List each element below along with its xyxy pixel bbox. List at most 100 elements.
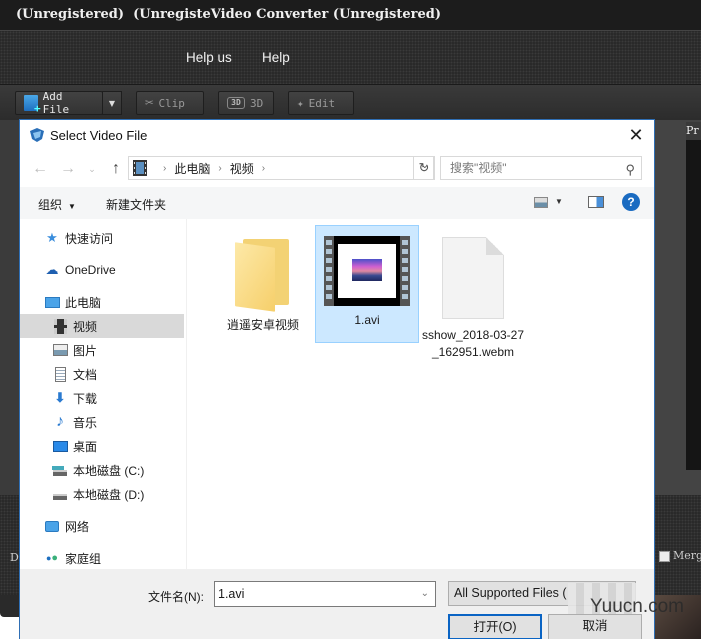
up-button[interactable]: ↑ [106,159,126,179]
video-folder-icon [133,160,147,176]
pictures-icon [52,342,68,358]
refresh-button[interactable]: ↻ [413,156,435,180]
drive-c-icon [52,462,68,478]
tree-item-label: 快速访问 [65,231,114,246]
tree-item-quick-access[interactable]: ★ 快速访问 [20,226,184,250]
clip-button[interactable]: ✂ Clip [136,91,204,115]
documents-icon [52,366,68,382]
3d-icon: 3D [227,97,245,109]
breadcrumb-chevron-icon: › [163,162,167,174]
add-file-dropdown[interactable]: ▼ [102,91,122,115]
preview-area [686,140,701,470]
3d-label: 3D [250,96,264,110]
app-window-corner [0,595,19,617]
homegroup-icon: ● ● [45,552,59,564]
tree-item-pictures[interactable]: 图片 [20,338,184,362]
close-icon: ✕ [628,124,644,145]
change-view-icon[interactable] [534,197,548,208]
file-item-webm[interactable]: sshow_2018-03-27_162951.webm [419,227,527,377]
add-file-icon [24,95,40,115]
tree-item-label: 本地磁盘 (D:) [73,487,145,502]
refresh-icon: ↻ [418,160,430,175]
app-menubar: Help us Help [0,30,701,84]
cloud-icon: ☁ [45,262,59,277]
clip-label: Clip [158,96,185,110]
3d-button[interactable]: 3D 3D [218,91,274,115]
app-left-panel [0,120,19,495]
preview-pane-icon[interactable] [588,196,604,208]
tree-item-desktop[interactable]: 桌面 [20,434,184,458]
breadcrumb-this-pc[interactable]: 此电脑 [174,160,210,177]
tree-item-label: 音乐 [73,415,98,430]
tree-item-label: OneDrive [65,263,116,277]
file-name: sshow_2018-03-27_162951.webm [421,328,525,359]
view-options-caret-icon[interactable]: ▼ [555,197,563,206]
open-button[interactable]: 打开(O) [448,614,542,639]
filename-value: 1.avi [218,587,245,601]
tree-item-videos[interactable]: 视频 [20,314,184,338]
chevron-down-icon[interactable]: ⌄ [421,582,429,606]
app-shield-icon [30,128,44,142]
tree-item-downloads[interactable]: ⬇ 下载 [20,386,184,410]
help-icon[interactable]: ? [622,193,640,211]
tree-item-music[interactable]: ♪ 音乐 [20,410,184,434]
video-thumbnail [352,259,382,281]
merge-label: Merge [673,549,701,562]
breadcrumb-videos[interactable]: 视频 [230,160,254,177]
tree-item-network[interactable]: 网络 [20,514,184,538]
search-icon: ⚲ [625,162,635,177]
tree-item-label: 图片 [73,343,98,358]
tree-item-onedrive[interactable]: ☁ OneDrive [20,258,184,282]
search-placeholder: 搜索"视频" [450,161,507,175]
forward-button[interactable]: → [58,159,78,179]
caret-down-icon: ▼ [108,98,116,108]
file-item-folder[interactable]: 逍遥安卓视频 [211,227,315,337]
generic-file-icon [442,237,504,319]
video-folder-icon [52,318,68,334]
organize-label: 组织 [38,198,63,212]
menu-help-us[interactable]: Help us [186,50,232,65]
computer-icon [44,294,60,310]
new-folder-button[interactable]: 新建文件夹 [106,196,166,213]
merge-checkbox[interactable] [659,551,670,562]
tree-item-label: 桌面 [73,439,98,454]
recent-locations-button[interactable]: ⌄ [82,159,102,179]
edit-label: Edit [308,96,336,110]
desktop-icon [52,438,68,454]
edit-button[interactable]: ✦ Edit [288,91,354,115]
watermark: Yuucn.com [590,596,684,617]
file-type-value: All Supported Files ( [454,586,567,600]
navigation-pane: ★ 快速访问 ☁ OneDrive 此电脑 视频 图片 文档 ⬇ 下载 ♪ 音乐… [20,219,186,569]
dialog-footer: 文件名(N): 1.avi ⌄ All Supported Files ( 打开… [20,569,654,639]
scissors-icon: ✂ [145,95,154,111]
filename-input[interactable]: 1.avi ⌄ [214,581,436,607]
file-list: 逍遥安卓视频 1.avi sshow_2018-03-27_162951.web… [188,219,654,569]
tree-item-drive-c[interactable]: 本地磁盘 (C:) [20,458,184,482]
tree-item-homegroup[interactable]: ● ● 家庭组 [20,546,184,570]
tree-item-label: 视频 [73,319,98,334]
command-bar: 组织 ▼ 新建文件夹 ▼ ? [20,187,654,219]
organize-menu[interactable]: 组织 ▼ [38,196,76,213]
menu-help[interactable]: Help [262,50,290,65]
close-button[interactable]: ✕ [618,120,654,150]
pane-divider[interactable] [186,219,187,569]
dialog-title: Select Video File [50,128,148,143]
navigation-row: ← → ⌄ ↑ › 此电脑 › 视频 › ⌄ ↻ 搜索"视频" ⚲ [20,151,654,187]
app-toolbar: Add File ▼ ✂ Clip 3D 3D ✦ Edit [0,84,701,120]
address-bar[interactable]: › 此电脑 › 视频 › ⌄ [128,156,434,180]
tree-item-label: 此电脑 [65,295,102,310]
preview-label: Pr [686,122,701,140]
tree-item-drive-d[interactable]: 本地磁盘 (D:) [20,482,184,506]
back-button[interactable]: ← [30,159,50,179]
stars-icon: ✦ [297,96,304,110]
tree-item-documents[interactable]: 文档 [20,362,184,386]
tree-item-label: 下载 [73,391,98,406]
add-file-button[interactable]: Add File [15,90,103,116]
search-input[interactable]: 搜索"视频" ⚲ [440,156,642,180]
folder-icon [235,239,291,312]
file-item-video[interactable]: 1.avi [315,225,419,343]
download-icon: ⬇ [54,390,66,405]
tree-item-this-pc[interactable]: 此电脑 [20,290,184,314]
breadcrumb-chevron-icon: › [261,162,266,174]
breadcrumb-chevron-icon: › [218,162,222,174]
